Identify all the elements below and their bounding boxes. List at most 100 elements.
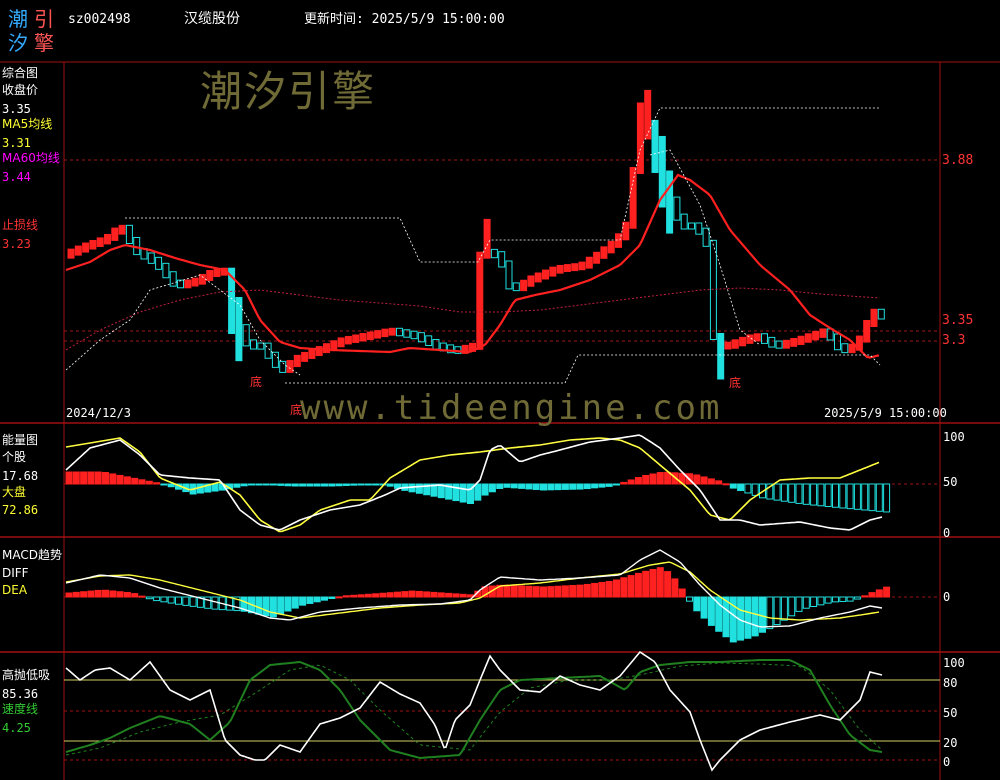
- energy-bar: [153, 482, 161, 485]
- energy-bar: [576, 483, 584, 490]
- energy-bar: [883, 483, 891, 513]
- energy-bar: [839, 483, 847, 509]
- macd-bar: [182, 596, 190, 606]
- candle: [381, 328, 389, 338]
- energy-bar: [233, 483, 241, 488]
- macd-bar: [846, 596, 854, 602]
- candle: [527, 275, 535, 287]
- macd-bar: [627, 575, 635, 598]
- energy-bar: [131, 477, 139, 485]
- panel1-title: 综合图: [2, 66, 39, 80]
- macd-bar: [459, 593, 467, 598]
- energy-bar: [481, 483, 489, 496]
- candle: [308, 349, 316, 359]
- energy-bar: [700, 476, 708, 485]
- macd-bar: [204, 596, 212, 609]
- macd-bar: [722, 596, 730, 638]
- osc-axis-20: 20: [943, 736, 958, 750]
- macd-bar: [525, 585, 533, 598]
- market-energy-label: 大盘: [2, 485, 27, 499]
- energy-bar: [350, 483, 358, 486]
- close-label: 收盘价: [2, 83, 39, 97]
- energy-bar: [72, 471, 80, 485]
- candle: [797, 335, 805, 346]
- macd-bar: [875, 589, 883, 598]
- candle: [709, 239, 717, 340]
- candle: [636, 102, 644, 174]
- macd-bar: [540, 586, 547, 598]
- candle: [396, 327, 403, 337]
- price-axis-label: 3.88: [942, 153, 974, 168]
- energy-bar: [167, 483, 175, 488]
- candle: [498, 251, 506, 268]
- macd-bar: [605, 581, 613, 598]
- macd-bar: [321, 596, 328, 601]
- candle: [483, 218, 491, 259]
- candle: [644, 89, 652, 140]
- candle: [819, 328, 827, 338]
- candle: [67, 248, 75, 259]
- candle: [753, 333, 761, 342]
- macd-bar: [116, 591, 124, 598]
- candle: [374, 330, 382, 339]
- macd-bar: [138, 595, 146, 598]
- macd-bar: [87, 590, 95, 598]
- upper-band: [125, 107, 880, 263]
- candle: [695, 222, 703, 235]
- candle: [359, 333, 367, 342]
- energy-bar: [299, 483, 307, 487]
- market-energy-value: 72.86: [2, 503, 39, 517]
- macd-bar: [445, 592, 453, 598]
- candle: [257, 342, 265, 350]
- macd-bar: [452, 593, 460, 598]
- candle: [834, 333, 841, 351]
- energy-bar: [642, 474, 650, 485]
- energy-bar: [386, 483, 394, 487]
- energy-bar: [861, 483, 869, 511]
- osc-axis-80: 80: [943, 676, 958, 690]
- energy-bar: [722, 483, 730, 486]
- candle: [293, 354, 301, 368]
- macd-bar: [744, 596, 752, 639]
- candle: [761, 333, 768, 344]
- candle: [731, 339, 739, 349]
- macd-bar: [401, 591, 409, 598]
- macd-bar: [189, 596, 197, 607]
- energy-bar: [65, 471, 73, 485]
- macd-bar: [291, 596, 299, 609]
- speed-value: 4.25: [2, 721, 31, 735]
- url-watermark: www.tideengine.com: [300, 388, 723, 428]
- macd-bar: [510, 585, 518, 598]
- macd-bar: [131, 593, 139, 598]
- macd-bar: [335, 596, 343, 599]
- energy-bar: [372, 483, 380, 486]
- energy-bar: [503, 483, 511, 488]
- energy-bar: [510, 483, 518, 489]
- logo: 潮 引 汐 擎: [8, 6, 58, 54]
- macd-bar: [364, 593, 372, 598]
- macd-bar: [853, 596, 861, 600]
- macd-bar: [306, 596, 314, 604]
- energy-bar: [707, 478, 715, 485]
- candle: [118, 224, 126, 235]
- macd-bar: [423, 591, 431, 598]
- energy-bar: [780, 483, 788, 502]
- energy-bar: [744, 483, 752, 494]
- ma60-value: 3.44: [2, 170, 31, 184]
- energy-bar: [554, 483, 562, 491]
- support-band: [285, 354, 881, 384]
- speed-line: [65, 659, 883, 760]
- energy-bar: [693, 474, 701, 485]
- candle: [790, 338, 798, 347]
- macd-bar: [868, 592, 876, 598]
- candle: [169, 271, 177, 287]
- macd-bar: [167, 596, 175, 604]
- candle: [578, 261, 586, 271]
- macd-bar: [583, 583, 591, 598]
- macd-bar: [379, 592, 387, 598]
- energy-bar: [605, 483, 613, 487]
- macd-bar: [357, 594, 365, 598]
- macd-bar: [145, 596, 153, 600]
- panel4-title: 高抛低吸: [2, 668, 51, 682]
- macd-bar: [328, 596, 336, 600]
